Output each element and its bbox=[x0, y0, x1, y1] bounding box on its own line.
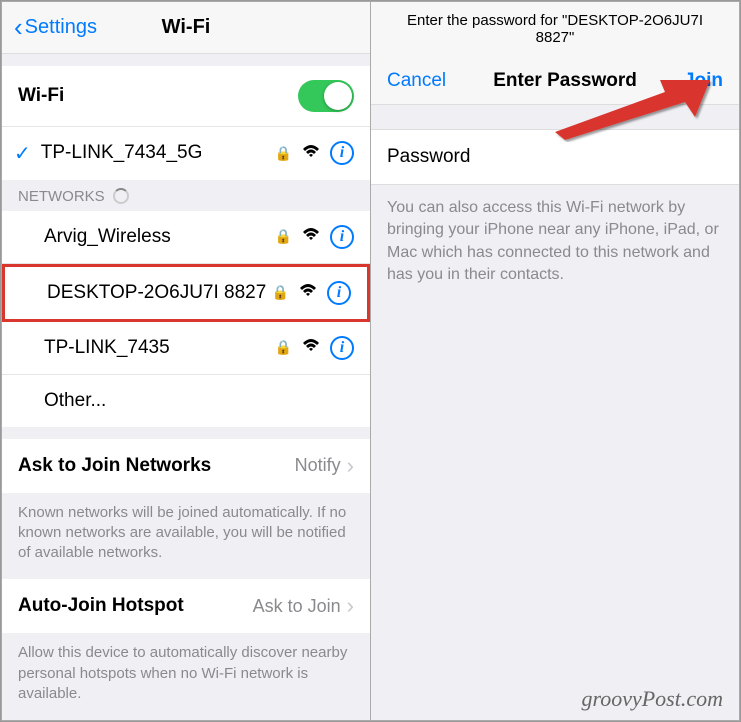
chevron-right-icon: › bbox=[347, 593, 354, 619]
chevron-right-icon: › bbox=[347, 453, 354, 479]
back-button[interactable]: ‹ Settings bbox=[14, 12, 97, 43]
auto-join-footer: Allow this device to automatically disco… bbox=[2, 633, 370, 720]
networks-header: Networks bbox=[2, 180, 370, 211]
modal-bar: Cancel Enter Password Join bbox=[371, 58, 739, 105]
network-row-highlighted[interactable]: DESKTOP-2O6JU7I 8827 🔒 i bbox=[2, 264, 370, 322]
other-network-row[interactable]: Other... bbox=[2, 375, 370, 427]
chevron-left-icon: ‹ bbox=[14, 12, 23, 43]
auto-join-row[interactable]: Auto-Join Hotspot Ask to Join › bbox=[2, 579, 370, 633]
join-button[interactable]: Join bbox=[684, 70, 723, 92]
modal-title: Enter Password bbox=[493, 70, 637, 92]
ask-to-join-label: Ask to Join Networks bbox=[18, 455, 295, 477]
lock-icon: 🔒 bbox=[275, 228, 292, 245]
other-label: Other... bbox=[44, 390, 354, 412]
watermark: groovyPost.com bbox=[581, 686, 723, 712]
info-icon[interactable]: i bbox=[330, 141, 354, 165]
wifi-toggle-label: Wi-Fi bbox=[18, 85, 298, 107]
connected-network-name: TP-LINK_7434_5G bbox=[41, 142, 275, 164]
wifi-signal-icon bbox=[302, 144, 320, 163]
password-field-row[interactable]: Password bbox=[371, 129, 739, 185]
network-name: TP-LINK_7435 bbox=[44, 337, 275, 359]
ask-to-join-row[interactable]: Ask to Join Networks Notify › bbox=[2, 439, 370, 493]
page-title: Wi-Fi bbox=[162, 16, 211, 39]
network-name: Arvig_Wireless bbox=[44, 226, 275, 248]
ask-to-join-footer: Known networks will be joined automatica… bbox=[2, 493, 370, 580]
info-icon[interactable]: i bbox=[327, 281, 351, 305]
network-row[interactable]: Arvig_Wireless 🔒 i bbox=[2, 211, 370, 264]
wifi-toggle[interactable] bbox=[298, 80, 354, 112]
wifi-signal-icon bbox=[299, 283, 317, 302]
wifi-toggle-row: Wi-Fi bbox=[2, 66, 370, 127]
wifi-signal-icon bbox=[302, 338, 320, 357]
password-hint: You can also access this Wi-Fi network b… bbox=[371, 185, 739, 299]
spinner-icon bbox=[113, 188, 129, 204]
network-row[interactable]: TP-LINK_7435 🔒 i bbox=[2, 322, 370, 375]
checkmark-icon: ✓ bbox=[14, 141, 31, 166]
password-dialog-panel: Enter the password for "DESKTOP-2O6JU7I … bbox=[370, 1, 740, 721]
connected-network-row[interactable]: ✓ TP-LINK_7434_5G 🔒 i bbox=[2, 127, 370, 180]
cancel-button[interactable]: Cancel bbox=[387, 70, 446, 92]
network-name: DESKTOP-2O6JU7I 8827 bbox=[47, 282, 272, 304]
dialog-subheader: Enter the password for "DESKTOP-2O6JU7I … bbox=[371, 2, 739, 58]
lock-icon: 🔒 bbox=[275, 145, 292, 162]
lock-icon: 🔒 bbox=[272, 284, 289, 301]
auto-join-label: Auto-Join Hotspot bbox=[18, 595, 253, 617]
ask-to-join-value: Notify bbox=[295, 455, 341, 476]
header-bar: ‹ Settings Wi-Fi bbox=[2, 2, 370, 54]
password-label: Password bbox=[387, 146, 470, 167]
auto-join-value: Ask to Join bbox=[253, 596, 341, 617]
back-label: Settings bbox=[25, 16, 97, 39]
wifi-settings-panel: ‹ Settings Wi-Fi Wi-Fi ✓ TP-LINK_7434_5G… bbox=[1, 1, 370, 721]
info-icon[interactable]: i bbox=[330, 336, 354, 360]
info-icon[interactable]: i bbox=[330, 225, 354, 249]
wifi-signal-icon bbox=[302, 227, 320, 246]
lock-icon: 🔒 bbox=[275, 339, 292, 356]
